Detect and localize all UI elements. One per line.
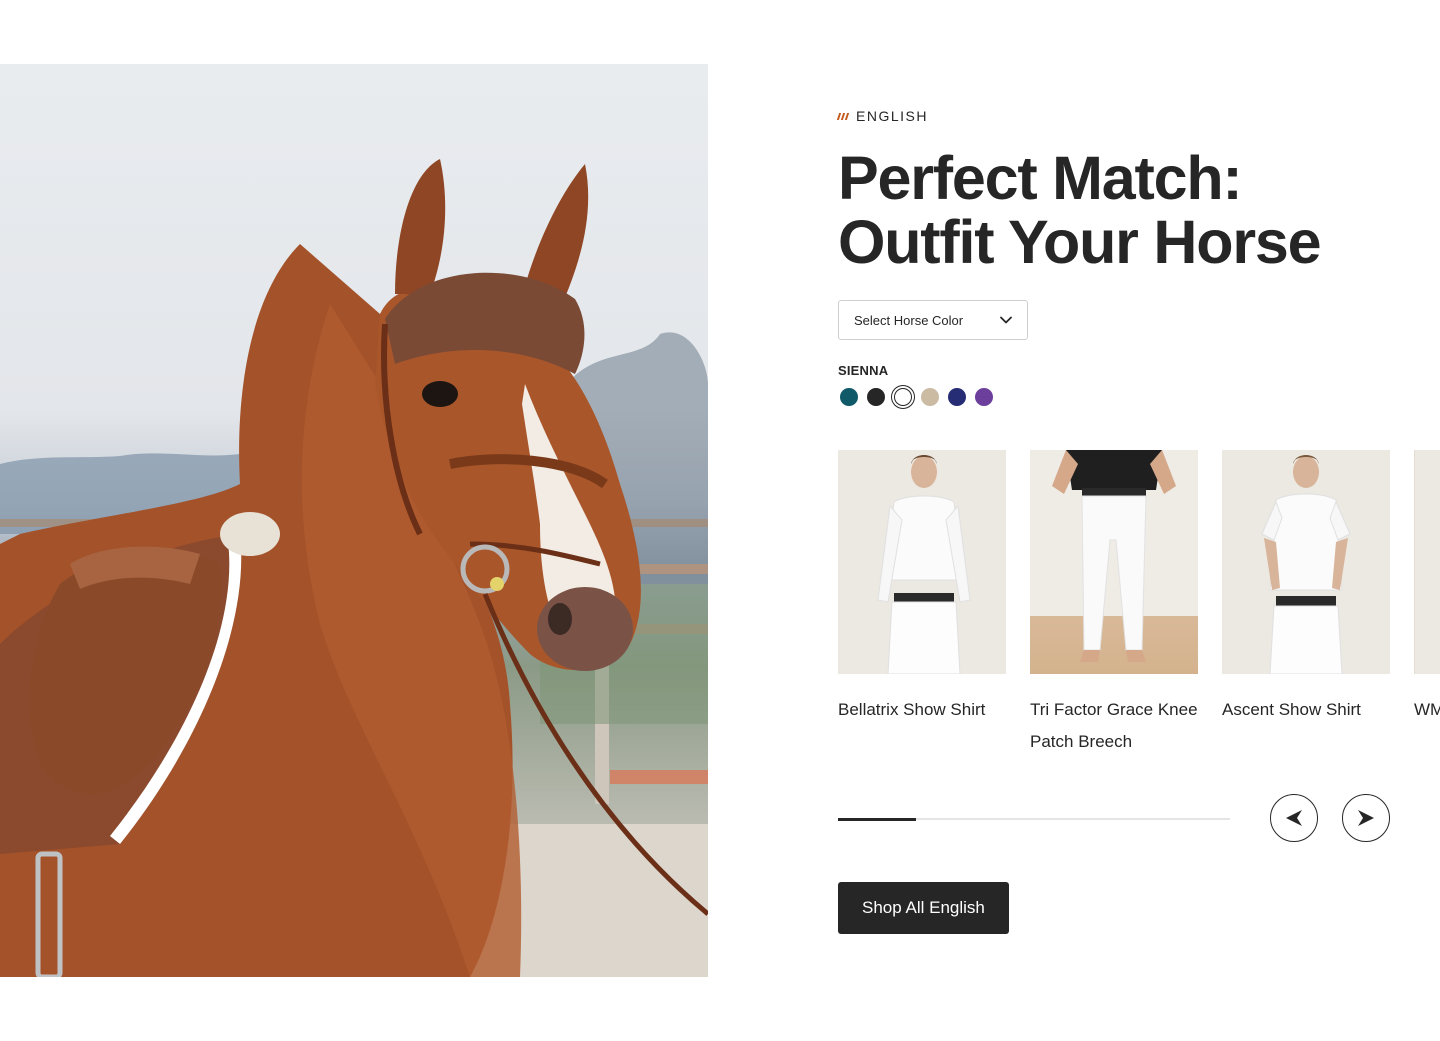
horse-color-select[interactable]: Select Horse Color [838,300,1028,340]
arrow-left-icon [1286,810,1302,826]
swatch-teal[interactable] [840,388,858,406]
swatch-navy[interactable] [948,388,966,406]
product-image [1222,450,1390,674]
product-image [838,450,1006,674]
product-name[interactable]: Tri Factor Grace Knee Patch Breech [1030,694,1198,758]
title-line-1: Perfect Match: [838,144,1243,212]
carousel-next-button[interactable] [1342,794,1390,842]
product-carousel: Bellatrix Show Shirt Tri Factor Grace Kn… [838,450,1440,760]
product-image [1030,450,1198,674]
category-label: ENGLISH [856,108,928,124]
section-title: Perfect Match: Outfit Your Horse [838,146,1418,274]
horse-illustration [0,159,708,977]
selected-color-name: SIENNA [838,363,889,378]
product-card[interactable]: Bellatrix Show Shirt [838,450,1006,726]
product-name[interactable]: WM Ful [1414,694,1440,726]
horse-color-select-label: Select Horse Color [854,312,964,328]
product-name[interactable]: Ascent Show Shirt [1222,694,1390,726]
title-line-2: Outfit Your Horse [838,208,1322,276]
product-name[interactable]: Bellatrix Show Shirt [838,694,1006,726]
swatch-purple[interactable] [975,388,993,406]
chevron-down-icon [1000,316,1012,324]
category-eyebrow: ENGLISH [836,108,928,124]
swatch-black[interactable] [867,388,885,406]
carousel-progress-fill [838,817,917,821]
arrow-right-icon [1358,810,1374,826]
color-swatches [840,388,993,406]
swatch-tan[interactable] [921,388,939,406]
shop-all-english-button[interactable]: Shop All English [838,882,1009,934]
product-card[interactable]: WM Ful [1414,450,1440,726]
brand-stripes-icon [836,112,850,120]
hero-image [0,64,708,977]
swatch-sienna[interactable] [894,388,912,406]
product-card[interactable]: Ascent Show Shirt [1222,450,1390,726]
product-image [1414,450,1440,674]
product-card[interactable]: Tri Factor Grace Knee Patch Breech [1030,450,1198,758]
carousel-prev-button[interactable] [1270,794,1318,842]
carousel-progress [838,817,1230,821]
